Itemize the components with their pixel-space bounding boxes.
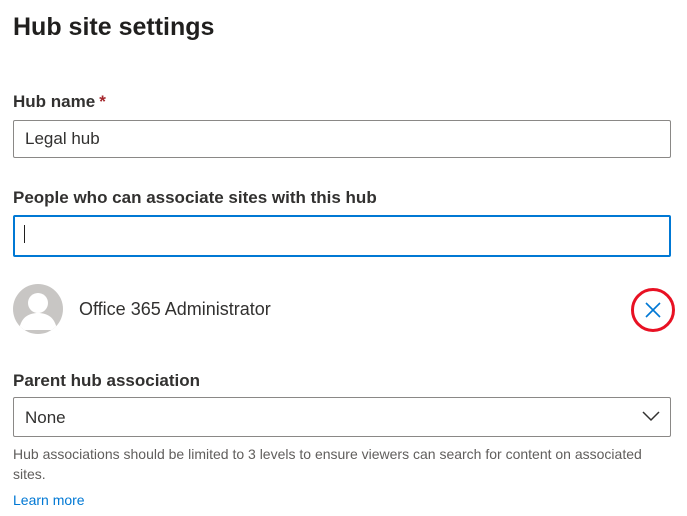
hub-name-label-text: Hub name [13,92,96,111]
close-icon [645,302,661,318]
hub-name-label: Hub name * [13,92,106,112]
person-row: Office 365 Administrator [13,284,675,334]
avatar [13,284,63,334]
parent-hub-help-text: Hub associations should be limited to 3 … [13,446,642,482]
hub-name-input[interactable] [13,120,671,158]
people-picker-input[interactable] [13,215,671,257]
learn-more-link[interactable]: Learn more [13,492,85,508]
person-name: Office 365 Administrator [79,299,271,319]
parent-hub-label: Parent hub association [13,371,201,390]
remove-person-button[interactable] [631,288,675,332]
page-title: Hub site settings [13,13,215,41]
person-silhouette-icon [19,293,57,330]
people-label: People who can associate sites with this… [13,188,377,207]
text-caret [24,225,25,243]
parent-hub-dropdown[interactable]: None [13,397,671,437]
chevron-down-icon [642,411,660,422]
parent-hub-selected: None [25,408,66,427]
required-marker: * [99,92,106,111]
